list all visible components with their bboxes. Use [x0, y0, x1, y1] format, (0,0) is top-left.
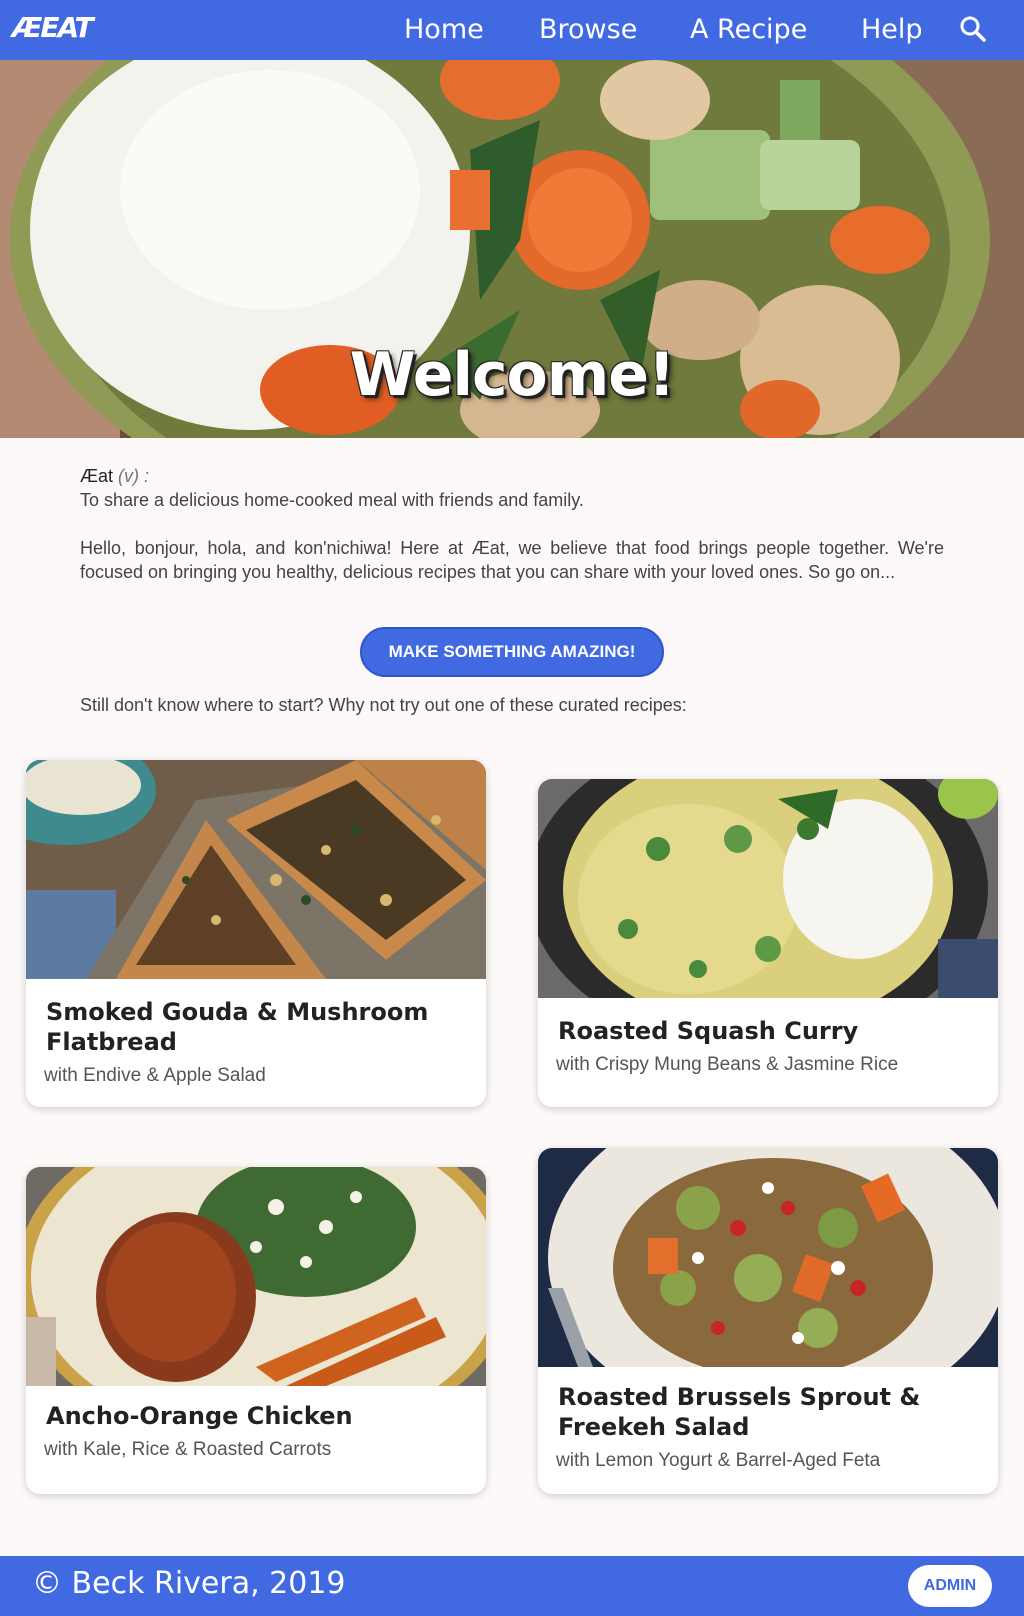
- make-something-amazing-button[interactable]: MAKE SOMETHING AMAZING!: [360, 627, 664, 677]
- recipe-image-brussels-salad: [538, 1148, 998, 1367]
- search-icon[interactable]: [958, 14, 988, 44]
- definition-text: To share a delicious home-cooked meal wi…: [80, 490, 584, 510]
- recipe-subtitle: with Endive & Apple Salad: [44, 1065, 266, 1086]
- intro-paragraph: Hello, bonjour, hola, and kon'nichiwa! H…: [80, 538, 944, 582]
- definition-term: Æat: [80, 466, 114, 486]
- recipe-subtitle: with Lemon Yogurt & Barrel-Aged Feta: [556, 1450, 881, 1471]
- recipe-card[interactable]: Ancho-Orange Chicken with Kale, Rice & R…: [26, 1167, 486, 1494]
- curated-recipes-text: Still don't know where to start? Why not…: [80, 695, 687, 715]
- nav-link-home[interactable]: Home: [404, 12, 484, 48]
- logo[interactable]: ÆEAT: [12, 14, 94, 42]
- recipe-title: Smoked Gouda & Mushroom Flatbread: [46, 998, 429, 1056]
- definition-pos: (v) :: [118, 466, 150, 486]
- recipe-title: Roasted Squash Curry: [558, 1017, 859, 1045]
- hero-banner: Welcome!: [0, 60, 1024, 438]
- recipe-subtitle: with Kale, Rice & Roasted Carrots: [44, 1439, 332, 1460]
- admin-button[interactable]: ADMIN: [908, 1565, 992, 1607]
- recipe-image-ancho-chicken: [26, 1167, 486, 1386]
- recipe-title: Roasted Brussels Sprout & Freekeh Salad: [558, 1383, 921, 1441]
- copyright-text: © Beck Rivera, 2019: [32, 1566, 346, 1601]
- footer: © Beck Rivera, 2019 ADMIN: [0, 1556, 1024, 1616]
- nav-link-help[interactable]: Help: [861, 12, 923, 48]
- nav-link-browse[interactable]: Browse: [539, 12, 637, 48]
- recipe-card[interactable]: Smoked Gouda & Mushroom Flatbread with E…: [26, 760, 486, 1107]
- recipe-subtitle: with Crispy Mung Beans & Jasmine Rice: [556, 1054, 899, 1075]
- navbar: ÆEAT Home Browse A Recipe Help: [0, 0, 1024, 60]
- recipe-card[interactable]: Roasted Brussels Sprout & Freekeh Salad …: [538, 1148, 998, 1494]
- intro-section: Æat (v) : To share a delicious home-cook…: [80, 464, 944, 608]
- recipe-image-flatbread: [26, 760, 486, 979]
- recipe-title: Ancho-Orange Chicken: [46, 1402, 353, 1430]
- nav-link-a-recipe[interactable]: A Recipe: [690, 12, 807, 48]
- hero-title: Welcome!: [349, 340, 676, 410]
- recipe-card[interactable]: Roasted Squash Curry with Crispy Mung Be…: [538, 779, 998, 1107]
- recipe-image-squash-curry: [538, 779, 998, 998]
